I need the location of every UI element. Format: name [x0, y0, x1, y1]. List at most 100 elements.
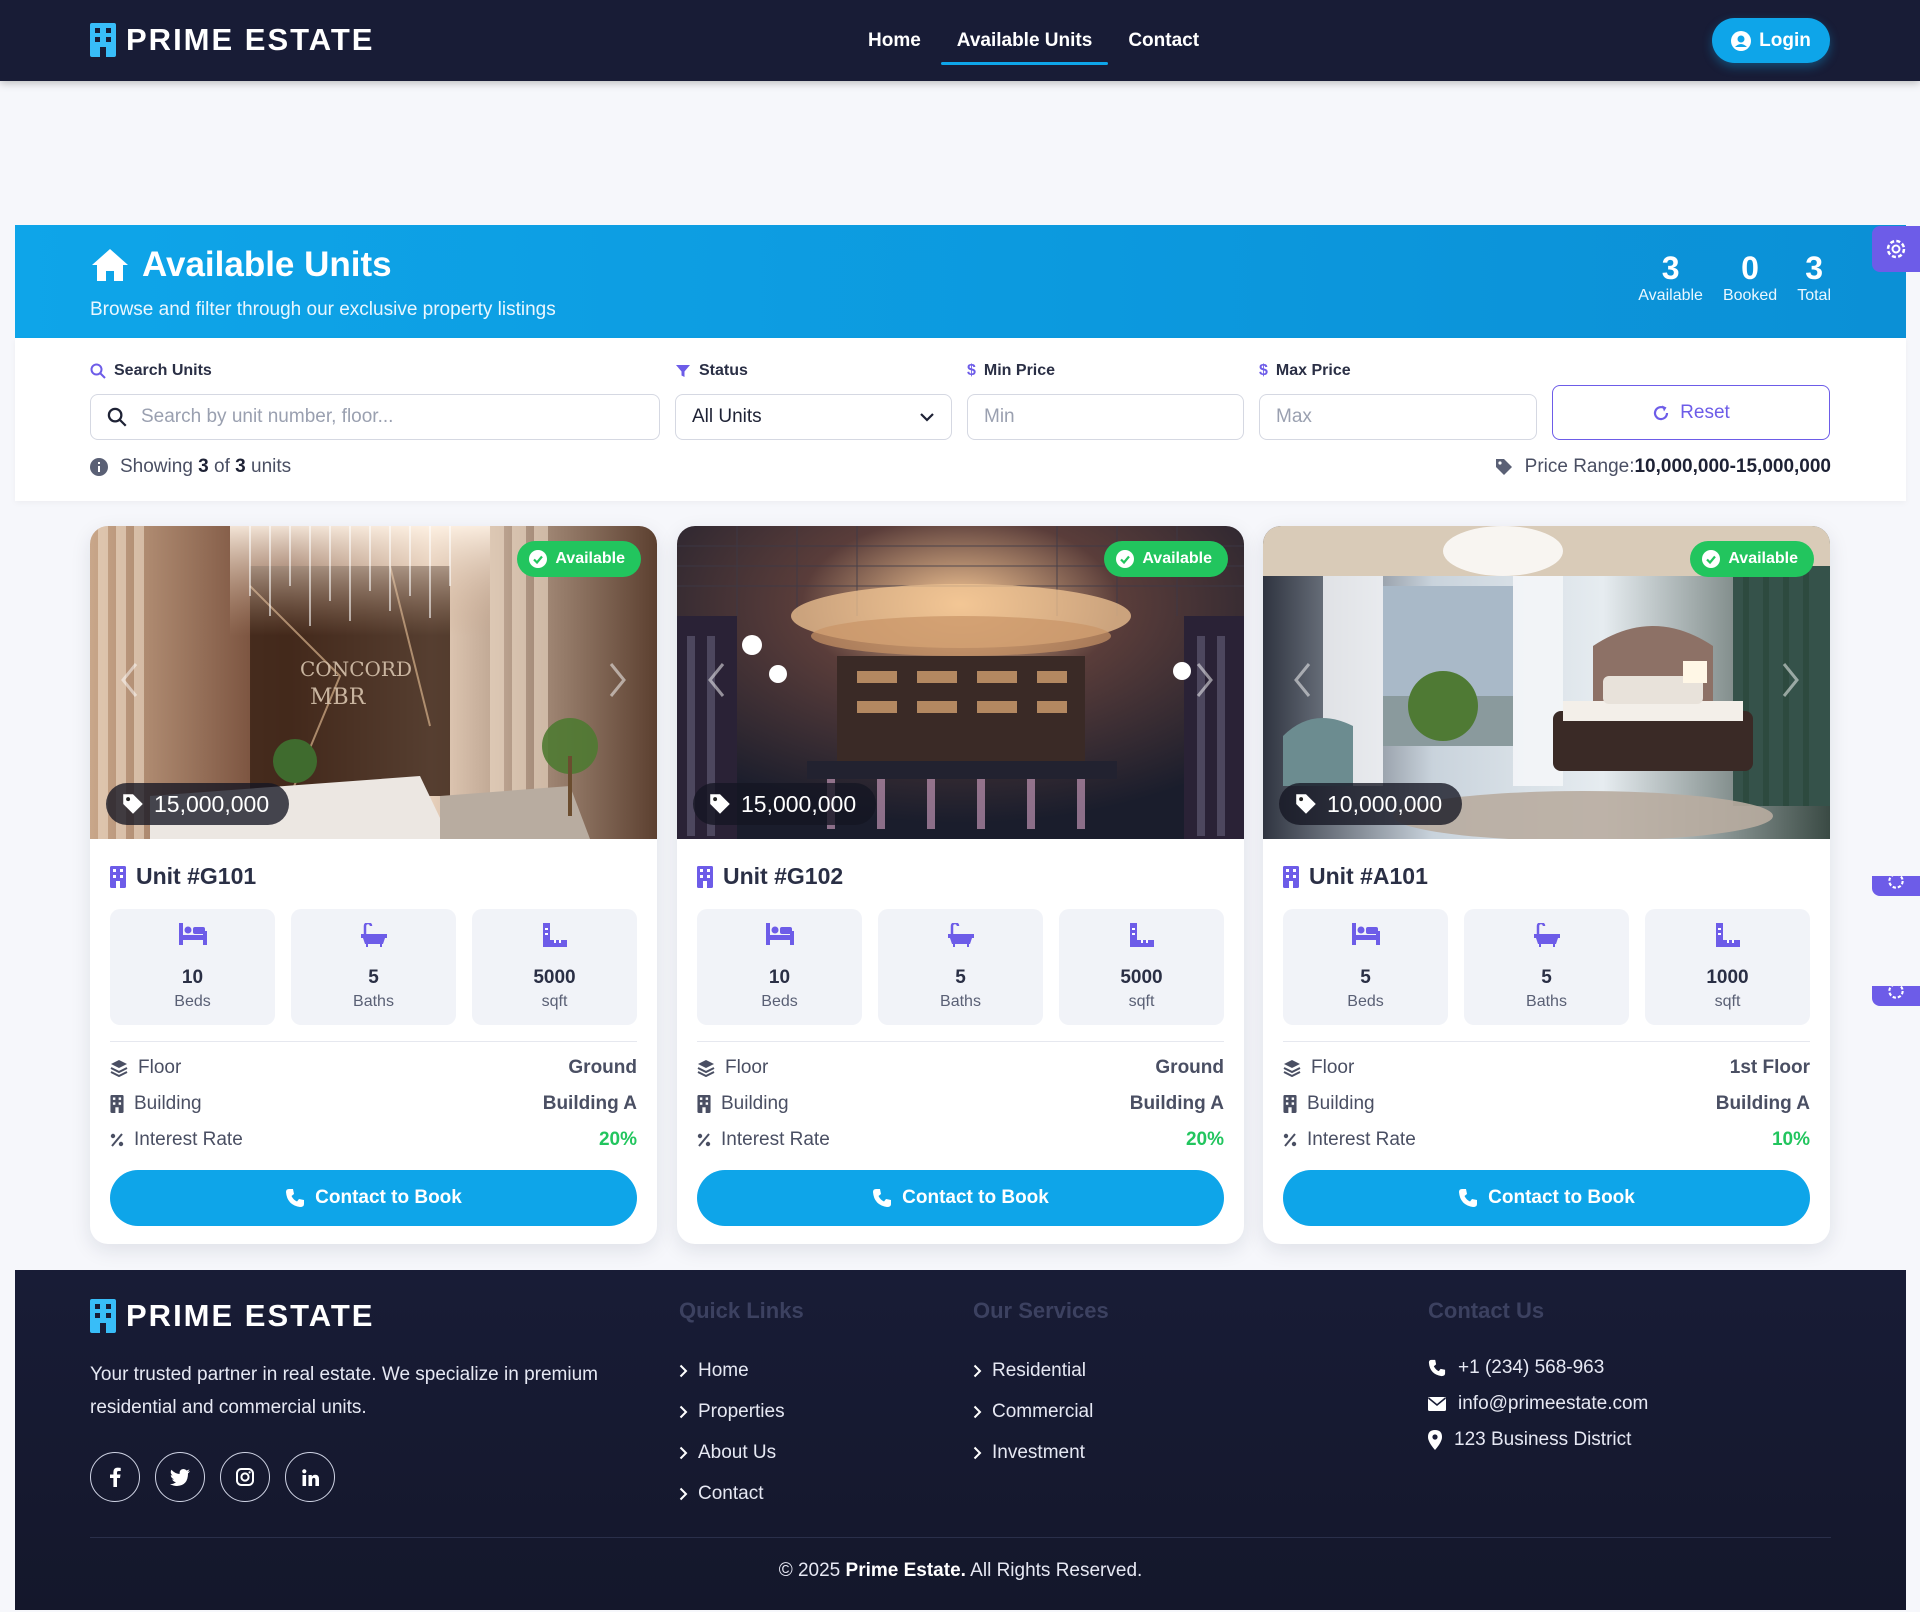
search-input[interactable]: Search by unit number, floor...: [90, 394, 660, 440]
tag-icon: [123, 794, 143, 814]
unit-image[interactable]: Available 15,000,000: [677, 526, 1244, 839]
results-text: Showing 3 of 3 units: [120, 456, 291, 478]
chevron-down-icon: [920, 413, 934, 422]
quick-links-list: Home Properties About Us Contact: [679, 1350, 785, 1514]
showing-total: 3: [235, 456, 246, 477]
facebook-link[interactable]: [90, 1452, 140, 1502]
beds-value: 10: [181, 967, 204, 988]
ruler-icon: [1129, 923, 1154, 947]
tag-icon: [1296, 794, 1316, 814]
max-price-label: $ Max Price: [1259, 362, 1351, 380]
chevron-right-icon[interactable]: [607, 662, 627, 698]
showing-prefix: Showing: [120, 456, 193, 477]
showing-of: of: [214, 456, 230, 477]
contact-email[interactable]: info@primeestate.com: [1428, 1386, 1648, 1422]
layers-icon: [1283, 1060, 1301, 1077]
footer-link-residential[interactable]: Residential: [973, 1350, 1093, 1391]
chevron-right-icon[interactable]: [1194, 662, 1214, 698]
svg-text:CONCORD: CONCORD: [300, 657, 412, 681]
contact-to-book-button[interactable]: Contact to Book: [110, 1170, 637, 1226]
page-title-text: Available Units: [142, 245, 392, 284]
chevron-right-icon[interactable]: [1780, 662, 1800, 698]
min-price-placeholder: Min: [984, 406, 1015, 427]
login-button[interactable]: Login: [1712, 18, 1830, 63]
map-pin-icon: [1428, 1430, 1442, 1450]
footer-brand[interactable]: PRIME ESTATE: [90, 1298, 374, 1334]
chevron-left-icon[interactable]: [120, 662, 140, 698]
contact-to-book-button[interactable]: Contact to Book: [1283, 1170, 1810, 1226]
search-icon: [107, 407, 127, 427]
chevron-left-icon[interactable]: [1293, 662, 1313, 698]
interest-value: 20%: [1185, 1129, 1224, 1150]
floor-label: Floor: [1311, 1057, 1355, 1078]
max-price-input[interactable]: Max: [1259, 394, 1537, 440]
price-tag: 15,000,000: [693, 783, 877, 825]
footer-link-investment[interactable]: Investment: [973, 1432, 1093, 1473]
side-widget-tab[interactable]: [1872, 986, 1920, 1006]
stat-value: 3: [1661, 250, 1680, 286]
search-placeholder: Search by unit number, floor...: [141, 406, 394, 427]
building-icon: [110, 865, 126, 888]
footer-link-properties[interactable]: Properties: [679, 1391, 785, 1432]
sqft-value: 1000: [1706, 967, 1749, 988]
settings-gear-button[interactable]: [1872, 226, 1920, 272]
dollar-icon: $: [1259, 362, 1268, 379]
brand-logo[interactable]: PRIME ESTATE: [90, 22, 374, 58]
unit-title: Unit #A101: [1283, 863, 1428, 890]
showing-suffix: units: [251, 456, 292, 477]
nav-links: Home Available Units Contact: [850, 0, 1217, 81]
divider: [110, 1041, 637, 1042]
status-badge-text: Available: [1142, 550, 1212, 567]
baths-label: Baths: [1526, 993, 1567, 1010]
check-circle-icon: [529, 550, 548, 568]
percent-icon: [110, 1133, 124, 1147]
status-label: Status: [675, 362, 748, 380]
twitter-link[interactable]: [155, 1452, 205, 1502]
building-icon: [90, 1299, 116, 1333]
interest-label: Interest Rate: [721, 1129, 830, 1150]
unit-card: Available 10,000,000 Unit #A101 5 Beds 5…: [1263, 526, 1830, 1244]
floor-value: Ground: [1155, 1057, 1224, 1078]
chevron-left-icon[interactable]: [707, 662, 727, 698]
chevron-right-icon: [973, 1405, 982, 1418]
contact-address-text: 123 Business District: [1454, 1429, 1632, 1450]
nav-available-units[interactable]: Available Units: [939, 0, 1111, 81]
dollar-icon: $: [967, 362, 976, 379]
services-list: Residential Commercial Investment: [973, 1350, 1093, 1473]
footer-link-home[interactable]: Home: [679, 1350, 785, 1391]
unit-image[interactable]: Available 10,000,000: [1263, 526, 1830, 839]
unit-title-text: Unit #G101: [136, 863, 257, 889]
beds-value: 5: [1360, 967, 1371, 988]
floor-value: 1st Floor: [1729, 1057, 1810, 1078]
reset-button[interactable]: Reset: [1552, 385, 1830, 440]
unit-image[interactable]: CONCORD MBR Available 15,000,000: [90, 526, 657, 839]
unit-card: CONCORD MBR Available 15,000,000 Unit #G…: [90, 526, 657, 1244]
max-price-placeholder: Max: [1276, 406, 1312, 427]
min-price-input[interactable]: Min: [967, 394, 1244, 440]
status-select[interactable]: All Units: [675, 394, 952, 440]
spec-baths: 5 Baths: [291, 909, 456, 1025]
nav-home[interactable]: Home: [850, 0, 939, 81]
contact-phone[interactable]: +1 (234) 568-963: [1428, 1350, 1648, 1386]
status-badge-text: Available: [555, 550, 625, 567]
sqft-value: 5000: [1120, 967, 1163, 988]
contact-to-book-button[interactable]: Contact to Book: [697, 1170, 1224, 1226]
footer-link-label: About Us: [698, 1441, 777, 1463]
footer-link-commercial[interactable]: Commercial: [973, 1391, 1093, 1432]
side-widget-tab[interactable]: [1872, 876, 1920, 896]
footer-link-contact[interactable]: Contact: [679, 1473, 785, 1514]
ruler-icon: [542, 923, 567, 947]
footer-link-about[interactable]: About Us: [679, 1432, 785, 1473]
nav-contact[interactable]: Contact: [1110, 0, 1217, 81]
ruler-icon: [1715, 923, 1740, 947]
interest-value: 10%: [1771, 1129, 1810, 1150]
baths-value: 5: [1541, 967, 1552, 988]
spec-sqft: 1000 sqft: [1645, 909, 1810, 1025]
chevron-right-icon: [973, 1446, 982, 1459]
instagram-link[interactable]: [220, 1452, 270, 1502]
home-icon: [92, 249, 128, 281]
unit-card: Available 15,000,000 Unit #G102 10 Beds …: [677, 526, 1244, 1244]
linkedin-link[interactable]: [285, 1452, 335, 1502]
spec-baths: 5 Baths: [878, 909, 1043, 1025]
chevron-right-icon: [679, 1446, 688, 1459]
